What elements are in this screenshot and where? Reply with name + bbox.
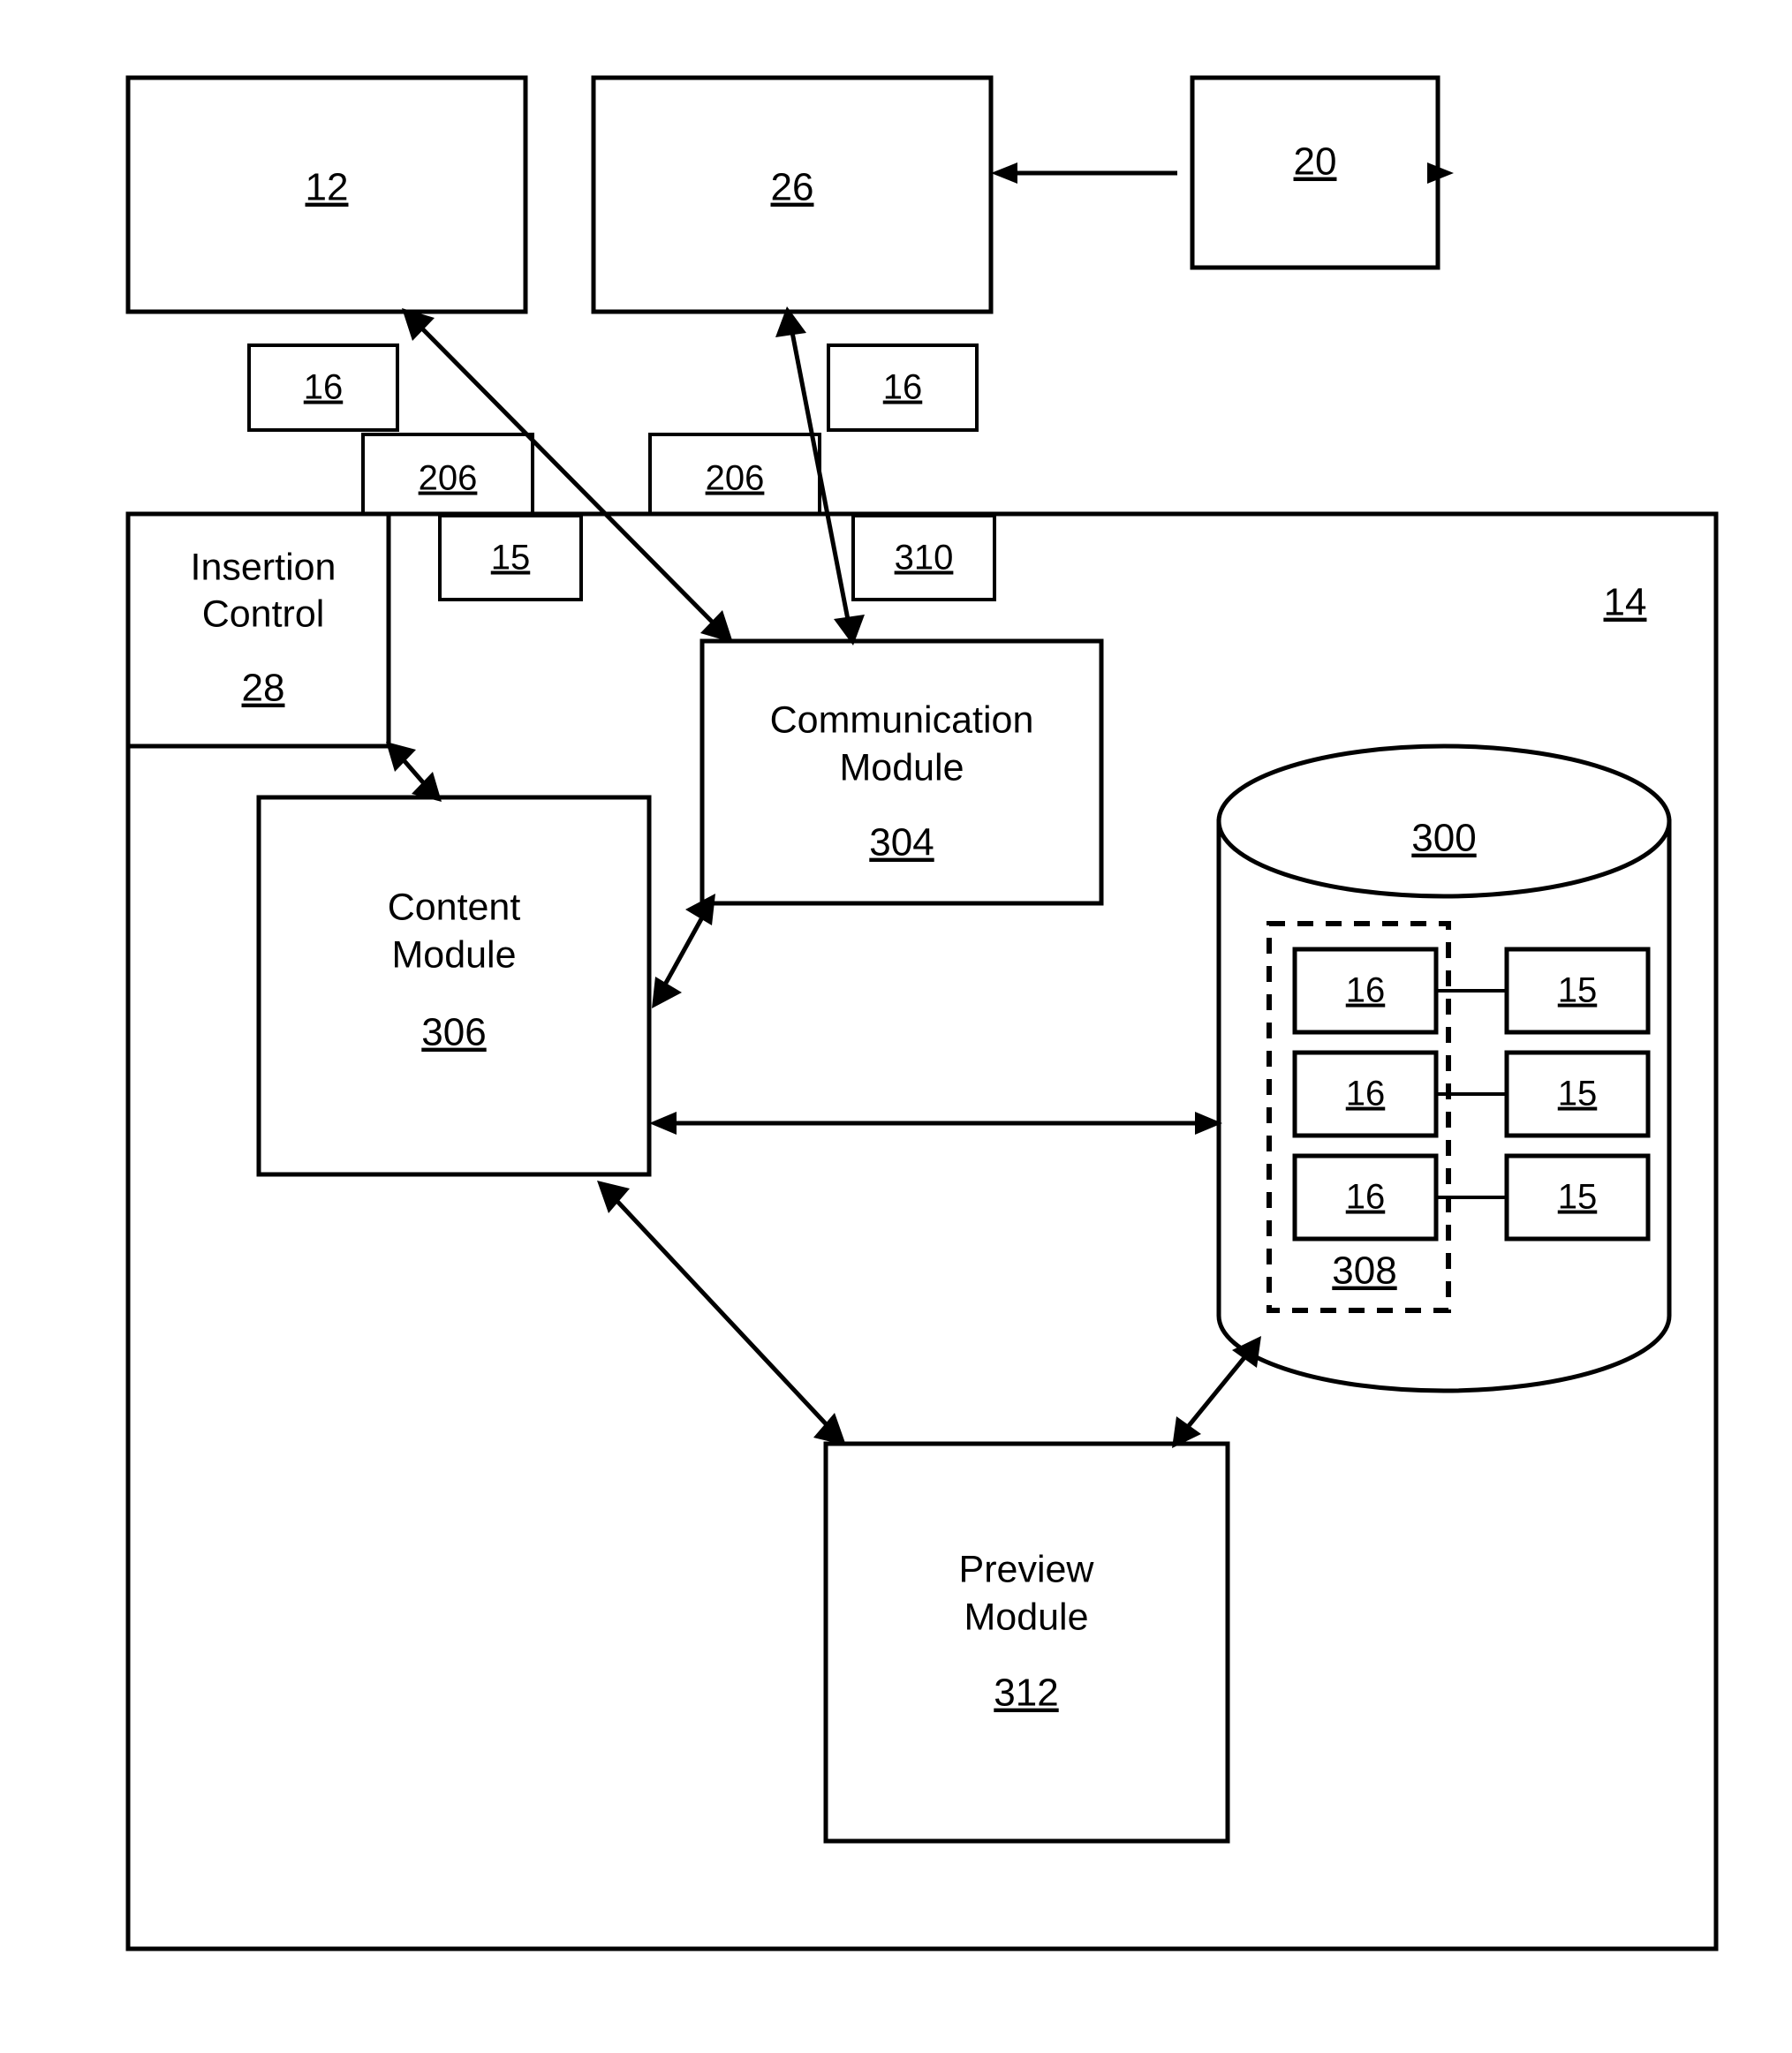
callout-206-right-label: 206 xyxy=(706,459,765,498)
content-module-line1: Content xyxy=(388,886,521,928)
callout-16-right-group: 16 xyxy=(827,343,979,432)
communication-module-line1: Communication xyxy=(770,698,1034,741)
figure-canvas: 12 26 20 16 16 206 206 14 15 310 Inserti… xyxy=(125,75,1719,1951)
database-ref-300: 300 xyxy=(1411,817,1476,860)
callout-15-group: 15 xyxy=(438,514,583,601)
top-box-26-label: 26 xyxy=(771,166,814,209)
callout-16-left-group: 16 xyxy=(247,343,399,432)
callout-15-label: 15 xyxy=(491,539,531,577)
communication-module-ref: 304 xyxy=(869,821,934,864)
callout-16-right-label: 16 xyxy=(883,368,923,407)
top-box-26-group[interactable]: 26 xyxy=(591,75,994,314)
insertion-control-line1: Insertion xyxy=(191,546,336,588)
callout-206-left-group: 206 xyxy=(361,433,534,524)
database-group-308-label: 308 xyxy=(1332,1249,1396,1293)
insertion-control-line2: Control xyxy=(202,593,325,635)
preview-module-box[interactable] xyxy=(823,1441,1230,1844)
database-row-2-left-label: 16 xyxy=(1346,1075,1386,1113)
database-row-2-right-label: 15 xyxy=(1558,1075,1598,1113)
callout-310-group: 310 xyxy=(851,514,996,601)
database-row-3-left-label: 16 xyxy=(1346,1178,1386,1217)
content-module-ref: 306 xyxy=(421,1011,486,1054)
communication-module-group[interactable]: Communication Module 304 xyxy=(699,638,1104,906)
top-box-12-group[interactable]: 12 xyxy=(125,75,528,314)
content-module-box[interactable] xyxy=(256,795,652,1177)
insertion-control-ref: 28 xyxy=(242,667,285,710)
callout-206-left-label: 206 xyxy=(419,459,478,498)
callout-206-right-group: 206 xyxy=(648,433,821,524)
preview-module-line1: Preview xyxy=(959,1548,1095,1590)
main-container-14-label: 14 xyxy=(1604,581,1647,624)
database-row-1-right-label: 15 xyxy=(1558,971,1598,1010)
patent-figure: 12 26 20 16 16 206 206 14 15 310 Inserti… xyxy=(0,0,1792,2053)
content-module-line2: Module xyxy=(391,933,516,976)
preview-module-line2: Module xyxy=(964,1596,1088,1638)
database-row-1-left-label: 16 xyxy=(1346,971,1386,1010)
preview-module-ref: 312 xyxy=(994,1672,1058,1715)
top-box-20-group[interactable]: 20 xyxy=(1190,75,1440,270)
communication-module-line2: Module xyxy=(839,746,964,789)
content-module-group[interactable]: Content Module 306 xyxy=(256,795,652,1177)
top-box-12-label: 12 xyxy=(306,166,349,209)
top-box-20-label: 20 xyxy=(1294,140,1337,184)
callout-16-left-label: 16 xyxy=(304,368,344,407)
callout-310-label: 310 xyxy=(895,539,954,577)
database-row-3-right-label: 15 xyxy=(1558,1178,1598,1217)
preview-module-group[interactable]: Preview Module 312 xyxy=(823,1441,1230,1844)
database-cylinder-group[interactable]: 300 308 16 15 16 15 16 15 xyxy=(1216,743,1672,1393)
